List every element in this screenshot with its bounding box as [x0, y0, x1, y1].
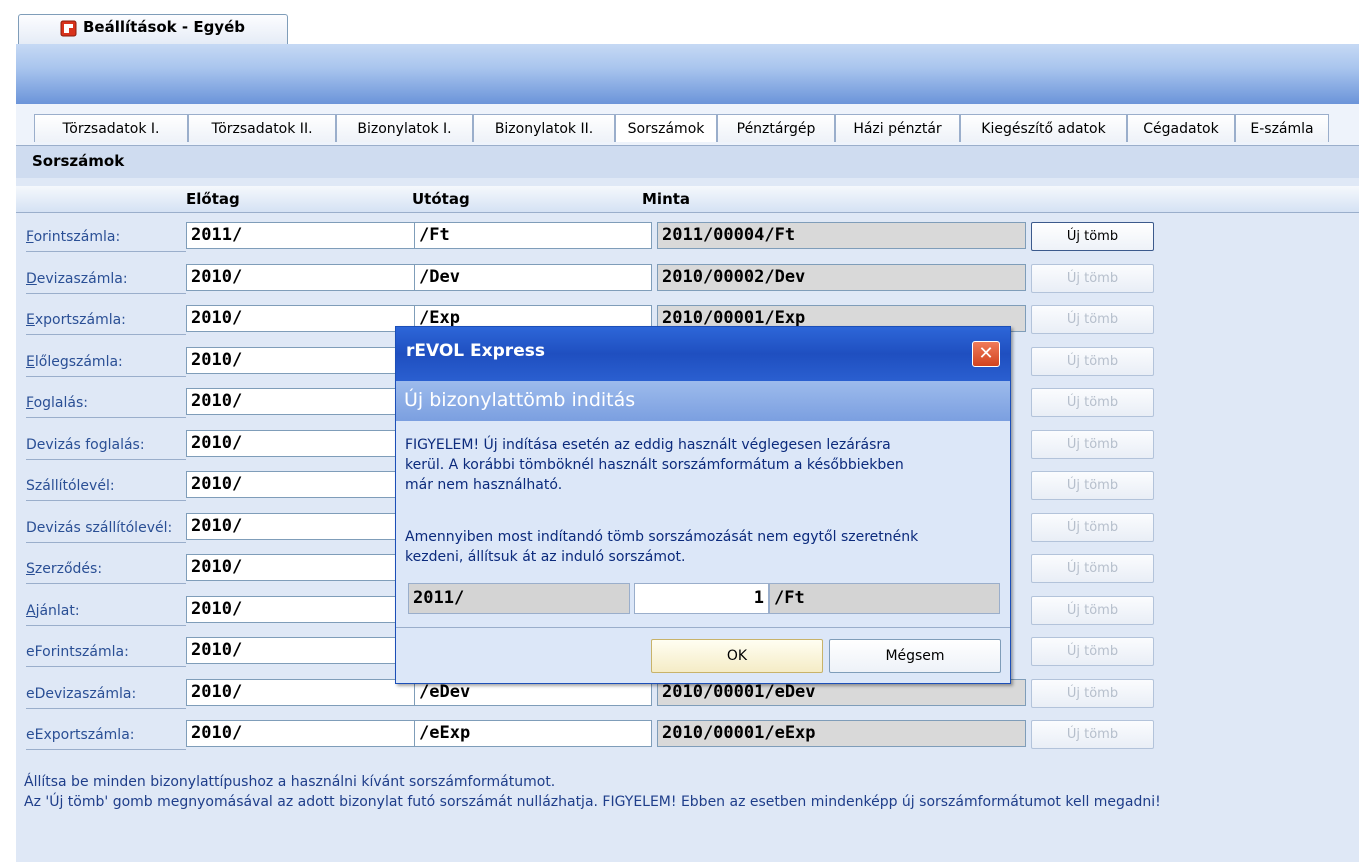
new-block-button[interactable]: Új tömb: [1031, 347, 1154, 376]
row-label: Devizás foglalás:: [26, 437, 145, 453]
row-label: Előlegszámla:: [26, 354, 123, 370]
new-block-button[interactable]: Új tömb: [1031, 264, 1154, 293]
help-line-2: Az 'Új tömb' gomb megnyomásával az adott…: [24, 794, 1161, 810]
row-label: Devizaszámla:: [26, 271, 128, 287]
prefix-field[interactable]: 2010/: [186, 720, 424, 747]
row-separator: [26, 666, 186, 667]
new-block-button[interactable]: Új tömb: [1031, 388, 1154, 417]
column-prefix: Előtag: [186, 190, 240, 208]
row-label: Ajánlat:: [26, 603, 80, 619]
dialog-suffix-field: /Ft: [769, 583, 1000, 614]
new-block-button[interactable]: Új tömb: [1031, 222, 1154, 251]
tab-penztargep[interactable]: Pénztárgép: [717, 114, 835, 142]
tab-sorszamok[interactable]: Sorszámok: [615, 114, 717, 142]
new-block-dialog: rEVOL Express ✕ Új bizonylattömb inditás…: [395, 326, 1011, 684]
row-separator: [26, 417, 186, 418]
prefix-field[interactable]: 2010/: [186, 430, 424, 457]
column-suffix: Utótag: [412, 190, 470, 208]
row-separator: [26, 293, 186, 294]
close-icon[interactable]: ✕: [972, 341, 1000, 367]
dialog-header-text: Új bizonylattömb inditás: [404, 389, 636, 411]
row-separator: [26, 749, 186, 750]
row-label: Szállítólevél:: [26, 478, 115, 494]
tab-kiegeszito-adatok[interactable]: Kiegészítő adatok: [960, 114, 1127, 142]
column-sample: Minta: [642, 190, 691, 208]
help-line-1: Állítsa be minden bizonylattípushoz a ha…: [24, 774, 556, 790]
prefix-field[interactable]: 2010/: [186, 554, 424, 581]
warning-line: már nem használható.: [405, 477, 563, 493]
new-block-button[interactable]: Új tömb: [1031, 637, 1154, 666]
warning-line: FIGYELEM! Új indítása esetén az eddig ha…: [405, 437, 891, 453]
row-separator: [26, 376, 186, 377]
prefix-field[interactable]: 2010/: [186, 305, 424, 332]
cancel-button[interactable]: Mégsem: [829, 639, 1001, 673]
prefix-field[interactable]: 2010/: [186, 637, 424, 664]
row-label: Foglalás:: [26, 395, 88, 411]
row-label: Exportszámla:: [26, 312, 126, 328]
sample-field: 2010/00002/Dev: [657, 264, 1026, 291]
new-block-button[interactable]: Új tömb: [1031, 720, 1154, 749]
new-block-button[interactable]: Új tömb: [1031, 596, 1154, 625]
new-block-button[interactable]: Új tömb: [1031, 305, 1154, 334]
row-separator: [26, 251, 186, 252]
section-title-bar: Sorszámok: [16, 145, 1359, 178]
prefix-field[interactable]: 2011/: [186, 222, 424, 249]
dialog-title: rEVOL Express: [406, 341, 545, 361]
row-label: Szerződés:: [26, 561, 103, 577]
sample-field: 2010/00001/eExp: [657, 720, 1026, 747]
warning-line: kerül. A korábbi tömböknél használt sors…: [405, 457, 904, 473]
info-line: Amennyiben most indítandó tömb sorszámoz…: [405, 529, 919, 545]
row-separator: [26, 708, 186, 709]
dialog-prefix-field: 2011/: [408, 583, 630, 614]
prefix-field[interactable]: 2010/: [186, 513, 424, 540]
prefix-field[interactable]: 2010/: [186, 347, 424, 374]
prefix-field[interactable]: 2010/: [186, 679, 424, 706]
tab-e-szamla[interactable]: E-számla: [1235, 114, 1329, 142]
tab-torzsadatok-2[interactable]: Törzsadatok II.: [188, 114, 336, 142]
new-block-button[interactable]: Új tömb: [1031, 471, 1154, 500]
new-block-button[interactable]: Új tömb: [1031, 430, 1154, 459]
row-separator: [26, 459, 186, 460]
row-label: eDevizaszámla:: [26, 686, 137, 702]
tab-bizonylatok-1[interactable]: Bizonylatok I.: [336, 114, 473, 142]
new-block-button[interactable]: Új tömb: [1031, 513, 1154, 542]
prefix-field[interactable]: 2010/: [186, 471, 424, 498]
row-separator: [26, 542, 186, 543]
section-title: Sorszámok: [32, 152, 125, 170]
suffix-field[interactable]: /Ft: [414, 222, 652, 249]
ok-button[interactable]: OK: [651, 639, 823, 673]
sample-field: 2011/00004/Ft: [657, 222, 1026, 249]
tab-bizonylatok-2[interactable]: Bizonylatok II.: [473, 114, 615, 142]
row-label: Devizás szállítólevél:: [26, 520, 173, 536]
prefix-field[interactable]: 2010/: [186, 388, 424, 415]
suffix-field[interactable]: /Dev: [414, 264, 652, 291]
tab-hazi-penztar[interactable]: Házi pénztár: [835, 114, 960, 142]
header-band: [16, 44, 1359, 104]
row-separator: [26, 583, 186, 584]
row-separator: [26, 625, 186, 626]
dialog-separator: [396, 627, 1010, 628]
info-line: kezdeni, állítsuk át az induló sorszámot…: [405, 549, 686, 565]
column-header: Előtag Utótag Minta: [16, 186, 1359, 213]
start-number-input[interactable]: 1: [634, 583, 769, 614]
prefix-field[interactable]: 2010/: [186, 596, 424, 623]
new-block-button[interactable]: Új tömb: [1031, 554, 1154, 583]
row-label: eExportszámla:: [26, 727, 135, 743]
row-separator: [26, 500, 186, 501]
row-label: Forintszámla:: [26, 229, 121, 245]
window-tab-title: Beállítások - Egyéb: [83, 18, 245, 36]
settings-window-icon: [60, 20, 77, 37]
row-label: eForintszámla:: [26, 644, 129, 660]
row-separator: [26, 334, 186, 335]
tab-torzsadatok-1[interactable]: Törzsadatok I.: [34, 114, 188, 142]
prefix-field[interactable]: 2010/: [186, 264, 424, 291]
dialog-header: Új bizonylattömb inditás: [396, 381, 1010, 421]
help-text: Állítsa be minden bizonylattípushoz a ha…: [24, 772, 1161, 812]
new-block-button[interactable]: Új tömb: [1031, 679, 1154, 708]
suffix-field[interactable]: /eExp: [414, 720, 652, 747]
dialog-titlebar[interactable]: rEVOL Express ✕: [396, 327, 1010, 381]
tab-cegadatok[interactable]: Cégadatok: [1127, 114, 1235, 142]
